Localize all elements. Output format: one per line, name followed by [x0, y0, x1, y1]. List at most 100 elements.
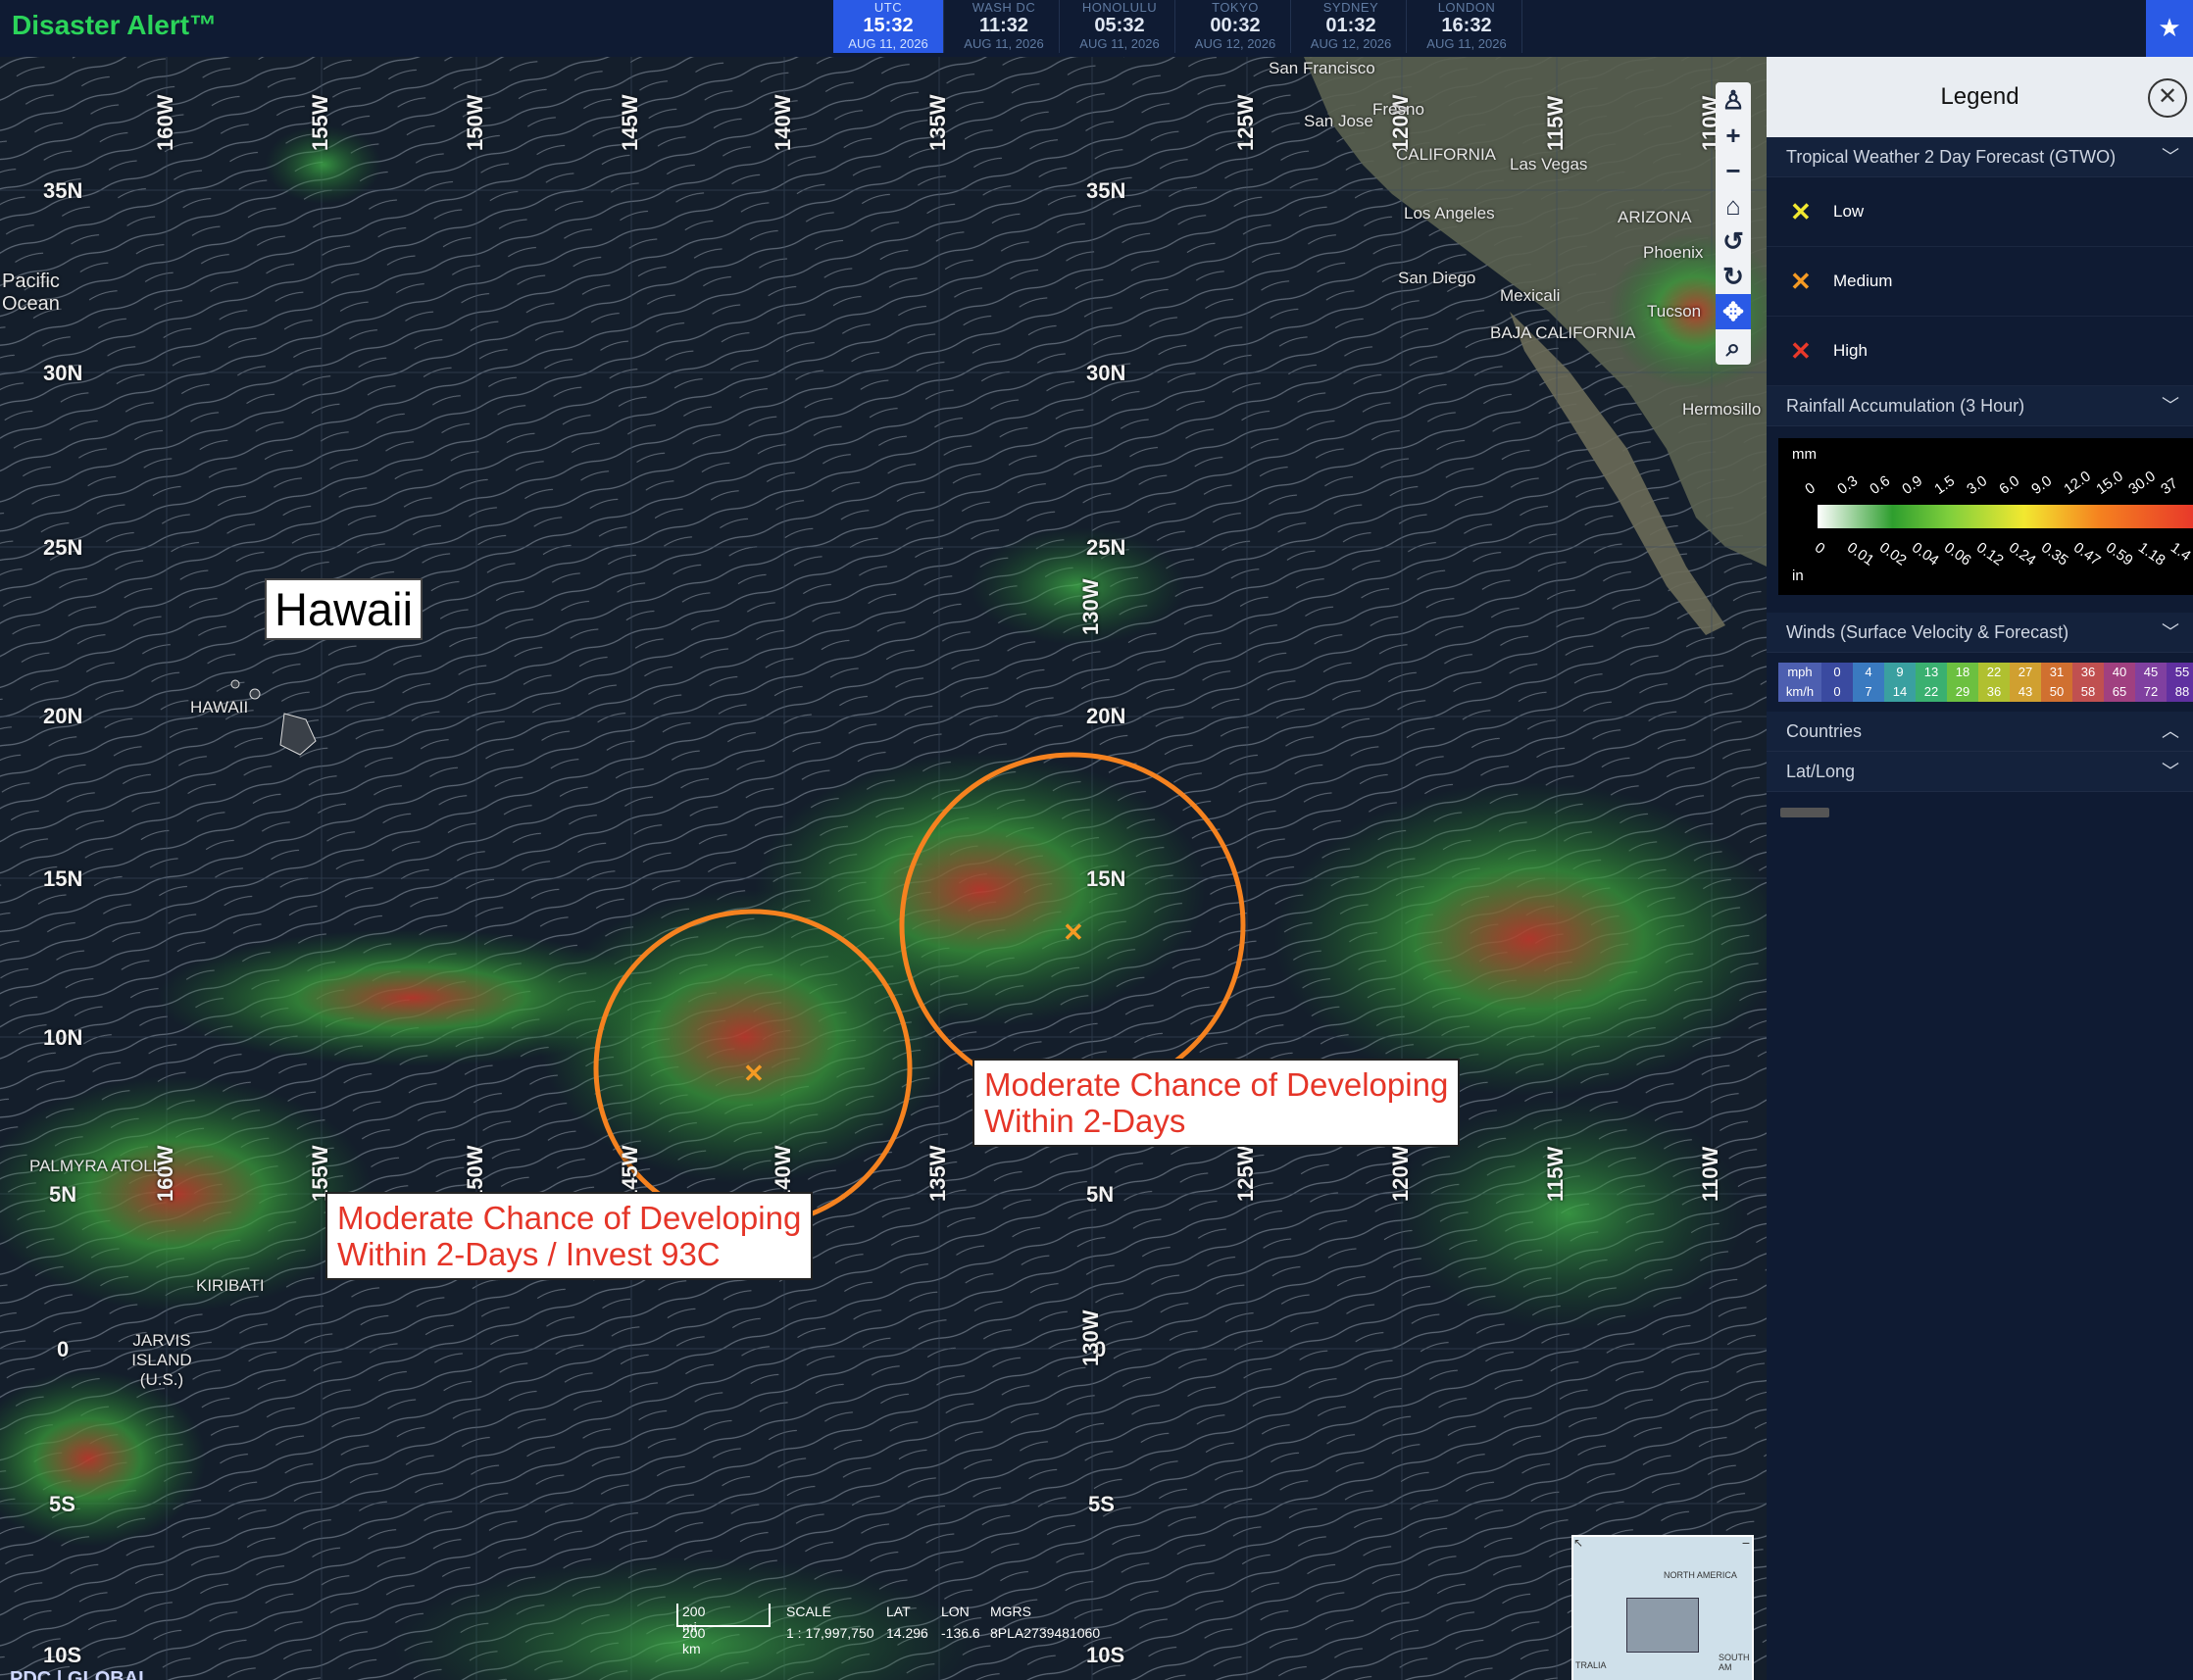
place-label: KIRIBATI	[196, 1276, 265, 1295]
place-label: Las Vegas	[1510, 155, 1588, 173]
place-label: San Francisco	[1269, 59, 1375, 77]
clock-date: AUG 11, 2026	[964, 36, 1044, 51]
rain-tick-in: 0.12	[1973, 539, 2007, 569]
clock-wash-dc[interactable]: WASH DC 11:32 AUG 11, 2026	[949, 0, 1060, 53]
rain-tick-in: 0.06	[1941, 539, 1974, 569]
scale-value: 1 : 17,997,750	[786, 1625, 874, 1641]
legend-section-gtwo[interactable]: Tropical Weather 2 Day Forecast (GTWO) ﹀	[1767, 137, 2193, 177]
clock-date: AUG 11, 2026	[1426, 36, 1507, 51]
scale-label: SCALE	[786, 1604, 831, 1619]
callout-box: Moderate Chance of Developing Within 2-D…	[972, 1059, 1461, 1147]
rain-tick-mm: 0.9	[1899, 472, 1926, 498]
wind-scale-cell: 14	[1884, 682, 1916, 702]
clock-sydney[interactable]: SYDNEY 01:32 AUG 12, 2026	[1296, 0, 1407, 53]
chevron-down-icon[interactable]: ﹀	[2162, 137, 2179, 176]
home-icon[interactable]: ⌂	[1716, 188, 1751, 223]
overview-map[interactable]: ↖ − NORTH AMERICA SOUTH AM TRALIA	[1571, 1535, 1754, 1680]
wind-scale-cell: 31	[2041, 663, 2072, 682]
rotate-left-icon[interactable]: ↺	[1716, 223, 1751, 259]
lat-label: 5N	[1086, 1182, 1115, 1207]
lon-label: 120W	[1388, 1145, 1413, 1202]
lon-label: 140W	[771, 94, 795, 151]
map-view[interactable]: ✕ ✕ 35N 30N 25N 20N 15N 10N 5N 0 5S 10S …	[0, 57, 1767, 1680]
wind-scale-cell: 0	[1821, 663, 1853, 682]
legend-section-countries[interactable]: Countries ︿	[1767, 712, 2193, 752]
chevron-down-icon[interactable]: ﹀	[2162, 613, 2179, 652]
lon-label: 125W	[1233, 94, 1258, 151]
zoom-out-icon[interactable]: −	[1716, 153, 1751, 188]
bookmark-icon[interactable]: ★	[2146, 0, 2193, 57]
rain-tick-mm: 0.3	[1834, 472, 1862, 498]
legend-item-medium: ✕ Medium	[1767, 247, 2193, 317]
wind-scale-cell: 55	[2167, 663, 2193, 682]
chevron-down-icon[interactable]: ﹀	[2162, 386, 2179, 425]
wind-scale-cell: 43	[2010, 682, 2041, 702]
clock-date: AUG 11, 2026	[1079, 36, 1160, 51]
rain-tick-mm: 9.0	[2028, 472, 2056, 498]
pan-icon[interactable]: ✥	[1716, 294, 1751, 329]
place-label: Phoenix	[1643, 243, 1704, 262]
lon-label: 135W	[925, 94, 950, 151]
chevron-up-icon[interactable]: ︿	[2162, 712, 2179, 751]
street-view-icon[interactable]: ♙	[1716, 82, 1751, 118]
lat-label: 10S	[43, 1643, 82, 1667]
section-title: Countries	[1786, 721, 1863, 741]
lon-label: 115W	[1543, 1146, 1568, 1202]
chevron-down-icon[interactable]: ﹀	[2162, 752, 2179, 791]
rain-tick-mm: 1.5	[1931, 472, 1959, 498]
rain-tick-in: 0.59	[2103, 539, 2136, 569]
lat-readout-label: LAT	[886, 1604, 911, 1619]
rain-tick-in: 0	[1812, 539, 1828, 558]
lat-label: 15N	[43, 866, 83, 891]
section-title: Tropical Weather 2 Day Forecast (GTWO)	[1786, 147, 2117, 167]
overview-label: SOUTH AM	[1719, 1653, 1750, 1672]
clock-time: 15:32	[863, 15, 914, 36]
close-icon[interactable]: ✕	[2148, 78, 2187, 118]
overview-extent[interactable]	[1626, 1598, 1699, 1653]
zoom-box-icon[interactable]: ⌕	[1716, 329, 1751, 365]
hawaii-label: Hawaii	[265, 578, 424, 640]
scale-km: 200 km	[682, 1625, 706, 1656]
legend-panel: Legend ✕ Tropical Weather 2 Day Forecast…	[1767, 57, 2193, 1680]
collapse-icon[interactable]: ↖	[1573, 1537, 1585, 1549]
place-label: JARVIS ISLAND (U.S.)	[131, 1331, 192, 1389]
rotate-right-icon[interactable]: ↻	[1716, 259, 1751, 294]
clock-tokyo[interactable]: TOKYO 00:32 AUG 12, 2026	[1180, 0, 1291, 53]
lon-label: 130W	[1078, 578, 1103, 635]
rain-scale-box: mm in 0 0.3 0.6 0.9 1.5 3.0 6.0 9.0 12.0 15.0 30.0…	[1778, 438, 2193, 595]
clock-honolulu[interactable]: HONOLULU 05:32 AUG 11, 2026	[1065, 0, 1175, 53]
wind-scale-cell: 27	[2010, 663, 2041, 682]
wind-scale-cell: 0	[1821, 682, 1853, 702]
lon-label: 145W	[618, 94, 642, 151]
medium-marker-icon: ✕	[743, 1059, 765, 1088]
place-label: Pacific Ocean	[2, 271, 60, 315]
rain-color-ramp	[1818, 505, 2193, 528]
pdc-logo: PDC | GLOBAL	[10, 1668, 151, 1680]
clock-time: 11:32	[978, 15, 1029, 36]
zoom-in-icon[interactable]: +	[1716, 118, 1751, 153]
legend-section-winds[interactable]: Winds (Surface Velocity & Forecast) ﹀	[1767, 613, 2193, 653]
legend-section-latlong[interactable]: Lat/Long ﹀	[1767, 752, 2193, 792]
place-label: Hermosillo	[1682, 400, 1762, 419]
rain-tick-in: 1.18	[2135, 539, 2168, 569]
lon-label: 155W	[308, 94, 332, 151]
legend-section-rain[interactable]: Rainfall Accumulation (3 Hour) ﹀	[1767, 386, 2193, 426]
wind-scale-cell: 29	[1947, 682, 1978, 702]
lat-label: 30N	[43, 361, 83, 385]
clock-london[interactable]: LONDON 16:32 AUG 11, 2026	[1412, 0, 1522, 53]
callout-box: Moderate Chance of Developing Within 2-D…	[325, 1192, 814, 1280]
lat-label: 5S	[1088, 1492, 1115, 1516]
lon-label: 110W	[1698, 1146, 1722, 1202]
rain-tick-in: 0.04	[1909, 539, 1942, 569]
lon-readout: -136.6	[941, 1625, 980, 1641]
lat-readout: 14.296	[886, 1625, 928, 1641]
legend-item-label: Medium	[1833, 272, 1893, 290]
rain-tick-mm: 37	[2158, 474, 2181, 498]
minimize-icon[interactable]: −	[1742, 1536, 1750, 1550]
clock-utc[interactable]: UTC 15:32 AUG 11, 2026	[833, 0, 944, 53]
legend-header: Legend ✕	[1767, 57, 2193, 137]
wind-scale-cell: 88	[2167, 682, 2193, 702]
lat-label: 10N	[43, 1025, 83, 1050]
rain-tick-mm: 30.0	[2125, 468, 2159, 498]
lat-label: 35N	[43, 178, 83, 203]
